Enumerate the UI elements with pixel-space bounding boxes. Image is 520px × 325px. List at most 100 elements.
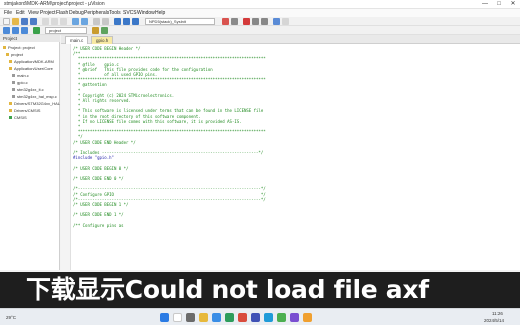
disable-breakpoint-icon[interactable] [261, 18, 268, 25]
c-file-icon [12, 74, 15, 78]
cut-icon[interactable] [42, 18, 49, 25]
tree-group-mdk[interactable]: Application/MDK-ARM [9, 59, 54, 64]
code-line: /** Configure pins as [73, 222, 124, 228]
menu-view[interactable]: View [28, 10, 39, 16]
folder-icon [9, 67, 12, 71]
wechat-icon[interactable] [225, 313, 234, 322]
folder-icon [9, 102, 12, 106]
breakpoint-icon[interactable] [252, 18, 259, 25]
menu-flash[interactable]: Flash [56, 10, 68, 16]
debug-start-icon[interactable] [243, 18, 250, 25]
menu-tools[interactable]: Tools [109, 10, 121, 16]
new-file-icon[interactable] [3, 18, 10, 25]
c-file-icon [12, 88, 15, 92]
window-layout-icon[interactable] [273, 18, 280, 25]
app-icon[interactable] [303, 313, 312, 322]
app-icon[interactable] [238, 313, 247, 322]
code-line: * If no LICENSE file comes with this sof… [73, 118, 242, 124]
tree-cmsis[interactable]: CMSIS [9, 115, 27, 120]
code-line: #include "gpio.h" [73, 155, 114, 161]
project-icon [3, 46, 6, 50]
find-in-files-icon[interactable] [222, 18, 229, 25]
menu-window[interactable]: Window [137, 10, 155, 16]
manage-components-icon[interactable] [101, 27, 108, 34]
open-folder-icon[interactable] [12, 18, 19, 25]
paste-icon[interactable] [60, 18, 67, 25]
window-title: stmjakord\MDK-ARM\project\project - µVis… [4, 1, 105, 7]
code-line: /* USER CODE END Header */ [73, 139, 136, 145]
build-toolbar: project [0, 26, 520, 35]
find-combo[interactable]: NPD5(stack)_SysInit [145, 18, 215, 25]
save-icon[interactable] [21, 18, 28, 25]
translate-icon[interactable] [3, 27, 10, 34]
task-view-icon[interactable] [186, 313, 195, 322]
tree-file-it[interactable]: stm32g4xx_it.c [12, 87, 44, 92]
edge-icon[interactable] [212, 313, 221, 322]
taskbar: 29°C 11:26 2024/5/14 [0, 308, 520, 325]
tab-main-c[interactable]: main.c [65, 36, 89, 44]
maximize-button[interactable]: □ [492, 0, 506, 9]
folder-icon [9, 109, 12, 113]
target-icon [6, 53, 9, 57]
cube-mx-icon[interactable] [264, 313, 273, 322]
file-explorer-icon[interactable] [199, 313, 208, 322]
code-line: /* USER CODE BEGIN 1 */ [73, 202, 129, 207]
configure-icon[interactable] [282, 18, 289, 25]
undo-icon[interactable] [72, 18, 79, 25]
c-file-icon [12, 81, 15, 85]
tree-group-hal[interactable]: Drivers/STM32G4xx_HAL [9, 101, 60, 106]
close-button[interactable]: ✕ [506, 0, 520, 9]
tree-target[interactable]: project [6, 52, 23, 57]
code-line: /* USER CODE END 1 */ [73, 212, 124, 218]
app-icon[interactable] [290, 313, 299, 322]
tree-group-user[interactable]: Application/User/Core [9, 66, 53, 71]
save-all-icon[interactable] [30, 18, 37, 25]
tab-gpio-h[interactable]: gpio.h [91, 36, 114, 44]
menu-peripherals[interactable]: Peripherals [84, 10, 109, 16]
menu-project[interactable]: Project [40, 10, 56, 16]
redo-icon[interactable] [81, 18, 88, 25]
code-line: /* USER CODE BEGIN 0 */ [73, 165, 129, 171]
folder-icon [9, 60, 12, 64]
menu-edit[interactable]: Edit [16, 10, 25, 16]
minimize-button[interactable]: — [478, 0, 492, 9]
main-toolbar: NPD5(stack)_SysInit [0, 17, 520, 26]
component-icon [9, 116, 12, 120]
incremental-find-icon[interactable] [231, 18, 238, 25]
bookmark-next-icon[interactable] [132, 18, 139, 25]
download-icon[interactable] [33, 27, 40, 34]
tree-group-cmsis[interactable]: Drivers/CMSIS [9, 108, 40, 113]
clock-date[interactable]: 2024/5/14 [484, 318, 504, 323]
clock-time[interactable]: 11:26 [492, 311, 503, 316]
tree-file-gpio[interactable]: gpio.c [12, 80, 28, 85]
keil-icon[interactable] [251, 313, 260, 322]
tree-file-main[interactable]: main.c [12, 73, 29, 78]
caption-text: 下载显示Could not load file axf [26, 275, 429, 304]
search-icon[interactable] [173, 313, 182, 322]
copy-icon[interactable] [51, 18, 58, 25]
navigate-forward-icon[interactable] [102, 18, 109, 25]
target-options-icon[interactable] [92, 27, 99, 34]
bookmark-prev-icon[interactable] [123, 18, 130, 25]
target-select[interactable]: project [45, 27, 87, 34]
tree-file-msp[interactable]: stm32g4xx_hal_msp.c [12, 94, 57, 99]
bookmark-icon[interactable] [114, 18, 121, 25]
build-icon[interactable] [12, 27, 19, 34]
weather-widget[interactable]: 29°C [6, 315, 16, 320]
project-panel: Project Project: project project Applica… [0, 35, 60, 270]
project-panel-header: Project [0, 35, 60, 42]
start-icon[interactable] [160, 313, 169, 322]
app-icon[interactable] [277, 313, 286, 322]
code-editor[interactable]: /* USER CODE BEGIN Header *//** ********… [61, 44, 520, 270]
tree-root[interactable]: Project: project [3, 45, 35, 50]
menu-help[interactable]: Help [155, 10, 165, 16]
menu-debug[interactable]: Debug [69, 10, 84, 16]
navigate-back-icon[interactable] [93, 18, 100, 25]
menu-svcs[interactable]: SVCS [123, 10, 137, 16]
menu-file[interactable]: File [4, 10, 12, 16]
rebuild-icon[interactable] [21, 27, 28, 34]
editor-tab-bar: main.c gpio.h [61, 35, 520, 44]
code-line: /* USER CODE END 0 */ [73, 176, 124, 181]
menu-bar: File Edit View Project Flash Debug Perip… [0, 9, 520, 17]
c-file-icon [12, 95, 15, 99]
